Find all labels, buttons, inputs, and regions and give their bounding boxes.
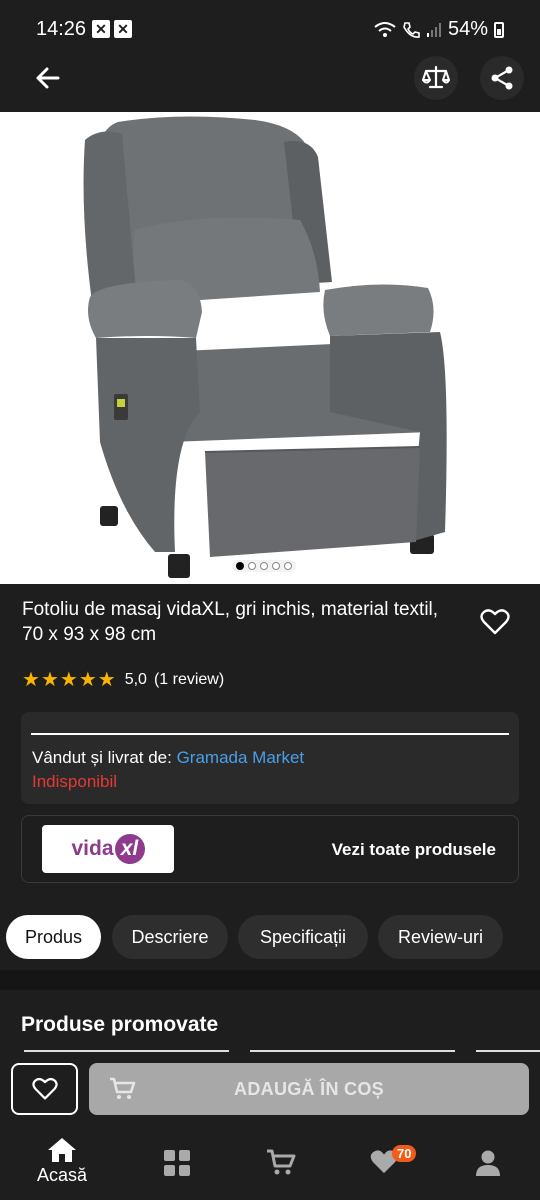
star-icon: ★ bbox=[97, 669, 116, 691]
star-icon: ★ bbox=[40, 669, 59, 691]
brand-logo-text: vida bbox=[71, 837, 114, 860]
carousel-dot[interactable] bbox=[236, 562, 244, 570]
carousel-dot[interactable] bbox=[272, 562, 280, 570]
promoted-products-title: Produse promovate bbox=[21, 1013, 219, 1036]
wifi-icon bbox=[374, 21, 396, 37]
nav-cart[interactable] bbox=[241, 1149, 321, 1177]
wishlist-count-badge: 70 bbox=[392, 1145, 417, 1162]
promo-card-edge bbox=[24, 1050, 229, 1052]
product-title: Fotoliu de masaj vidaXL, gri inchis, mat… bbox=[22, 599, 439, 645]
promo-card-edge bbox=[476, 1050, 540, 1052]
availability-status: Indisponibil bbox=[32, 772, 118, 791]
section-divider bbox=[0, 970, 540, 990]
app-notification-icon: ✕ bbox=[114, 20, 132, 38]
tab-produs[interactable]: Produs bbox=[6, 915, 101, 959]
promo-card-edge bbox=[250, 1050, 455, 1052]
add-to-cart-button[interactable]: ADAUGĂ ÎN COȘ bbox=[89, 1063, 529, 1115]
tab-specificatii[interactable]: Specificații bbox=[238, 915, 368, 959]
compare-button[interactable] bbox=[414, 56, 458, 100]
product-tabs: Produs Descriere Specificații Review-uri bbox=[0, 915, 540, 959]
back-button[interactable] bbox=[26, 56, 70, 100]
carousel-dot[interactable] bbox=[260, 562, 268, 570]
status-right: 54% bbox=[374, 18, 504, 41]
grid-icon bbox=[164, 1150, 190, 1176]
home-icon bbox=[48, 1138, 76, 1162]
divider bbox=[31, 733, 509, 735]
app-bar bbox=[0, 56, 540, 112]
seller-label: Vândut și livrat de: bbox=[32, 748, 177, 767]
user-icon bbox=[476, 1150, 500, 1176]
nav-home[interactable]: Acasă bbox=[22, 1137, 102, 1186]
brand-logo-suffix: xl bbox=[114, 834, 145, 864]
carousel-dot[interactable] bbox=[248, 562, 256, 570]
carousel-dot[interactable] bbox=[284, 562, 292, 570]
share-button[interactable] bbox=[480, 56, 524, 100]
product-image-carousel[interactable] bbox=[0, 112, 540, 584]
nav-account[interactable] bbox=[448, 1149, 528, 1177]
brand-logo: vida xl bbox=[42, 825, 174, 873]
star-icon: ★ bbox=[22, 669, 40, 691]
heart-outline-icon bbox=[480, 609, 510, 635]
cta-bar: ADAUGĂ ÎN COȘ bbox=[0, 1053, 540, 1129]
seller-card: Vândut și livrat de: Gramada Market Indi… bbox=[21, 712, 519, 804]
brand-card[interactable]: vida xl Vezi toate produsele bbox=[21, 815, 519, 883]
app-notification-icon: ✕ bbox=[92, 20, 110, 38]
call-icon bbox=[403, 21, 420, 38]
see-all-products-link[interactable]: Vezi toate produsele bbox=[332, 840, 496, 860]
nav-categories[interactable] bbox=[137, 1149, 217, 1177]
bottom-nav: Acasă 70 bbox=[0, 1129, 540, 1200]
product-image bbox=[83, 116, 447, 578]
notification-icons: ✕ ✕ bbox=[92, 20, 132, 38]
cart-icon bbox=[267, 1149, 296, 1175]
seller-info: Vândut și livrat de: Gramada Market bbox=[32, 748, 304, 768]
share-icon bbox=[491, 66, 513, 90]
status-time: 14:26 bbox=[36, 18, 87, 40]
heart-outline-icon bbox=[31, 1077, 58, 1100]
nav-home-label: Acasă bbox=[36, 1165, 88, 1185]
rating-value: 5,0 bbox=[124, 671, 147, 688]
add-to-cart-label: ADAUGĂ ÎN COȘ bbox=[234, 1078, 384, 1099]
add-to-wishlist-button[interactable] bbox=[11, 1063, 78, 1115]
battery-icon bbox=[494, 21, 504, 38]
cart-icon bbox=[110, 1077, 136, 1099]
carousel-indicator bbox=[232, 560, 296, 572]
star-icon: ★ bbox=[78, 669, 97, 691]
scale-icon bbox=[422, 65, 450, 89]
signal-icon bbox=[426, 22, 441, 37]
favorite-button[interactable] bbox=[480, 608, 510, 638]
battery-percent: 54% bbox=[447, 18, 488, 40]
star-icon: ★ bbox=[59, 669, 78, 691]
status-bar: 14:26 ✕ ✕ 54% bbox=[0, 0, 540, 56]
tab-descriere[interactable]: Descriere bbox=[112, 915, 228, 959]
product-rating[interactable]: ★ ★ ★ ★ ★ 5,0 (1 review) bbox=[22, 670, 224, 690]
arrow-left-icon bbox=[36, 67, 60, 89]
tab-review-uri[interactable]: Review-uri bbox=[378, 915, 503, 959]
rating-count: (1 review) bbox=[153, 671, 225, 688]
nav-wishlist[interactable]: 70 bbox=[344, 1145, 424, 1175]
seller-link[interactable]: Gramada Market bbox=[177, 748, 305, 767]
